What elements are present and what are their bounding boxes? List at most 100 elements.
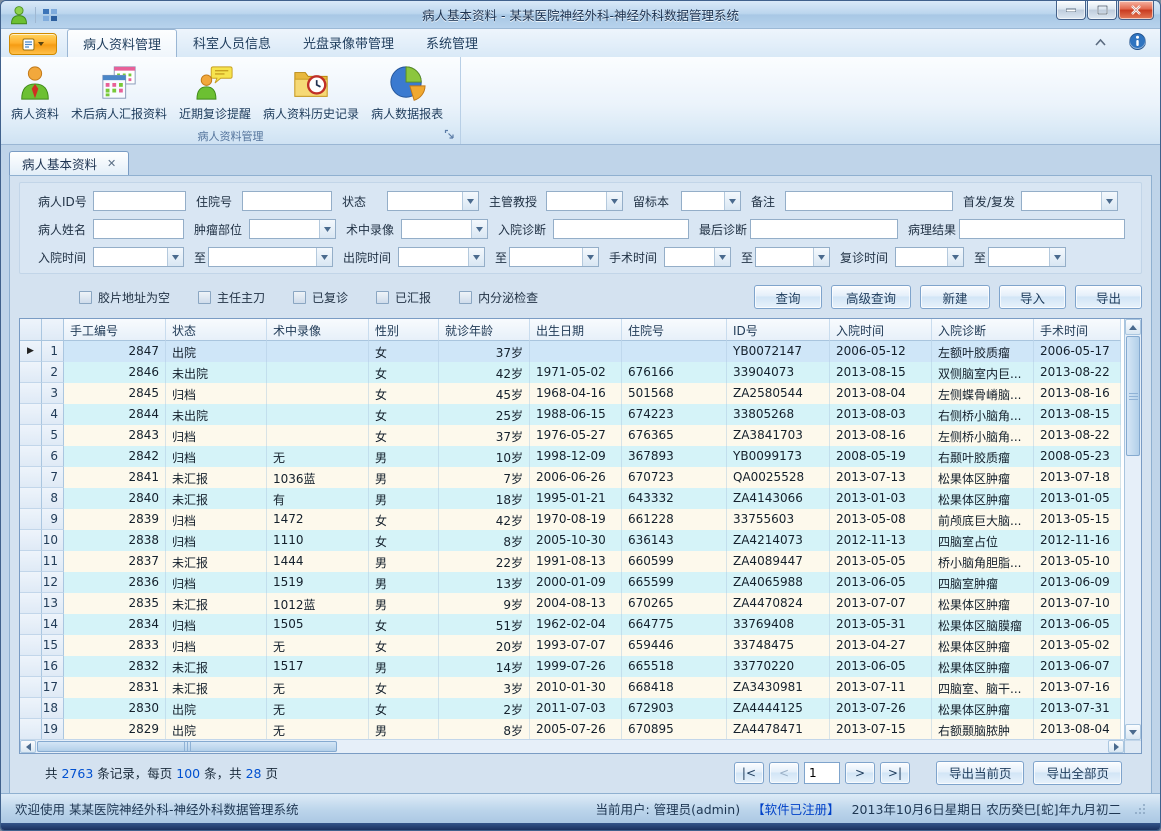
pager-page-input[interactable] xyxy=(804,762,840,784)
table-row[interactable]: 142834归档1505女51岁1962-02-0466477533769408… xyxy=(20,614,1124,635)
final-diagnosis-input[interactable] xyxy=(750,219,898,239)
ribbon-collapse-icon[interactable] xyxy=(1094,36,1107,50)
specimen-combo[interactable] xyxy=(681,191,741,211)
table-row[interactable]: 112837未汇报1444男22岁1991-08-13660599ZA40894… xyxy=(20,551,1124,572)
surgery-date-from-combo[interactable] xyxy=(664,247,731,267)
table-row[interactable]: 182830出院无女2岁2011-07-03672903ZA4444125201… xyxy=(20,698,1124,719)
ribbon-tab-system-management[interactable]: 系统管理 xyxy=(410,29,494,57)
ribbon-button-patient-records[interactable]: 病人资料 xyxy=(5,59,65,128)
table-row[interactable]: 162832未汇报1517男14岁1999-07-266655183377022… xyxy=(20,656,1124,677)
table-row[interactable]: 172831未汇报无女3岁2010-01-30668418ZA343098120… xyxy=(20,677,1124,698)
checkbox-endocrine-exam[interactable]: 内分泌检查 xyxy=(459,289,538,306)
chevron-down-icon[interactable] xyxy=(167,248,183,266)
column-header-4[interactable]: 就诊年龄 xyxy=(439,319,530,341)
checkbox-box-icon[interactable] xyxy=(293,291,306,304)
query-button[interactable]: 查询 xyxy=(754,285,822,309)
chevron-down-icon[interactable] xyxy=(606,192,622,210)
column-header-9[interactable]: 入院诊断 xyxy=(932,319,1034,341)
table-row[interactable]: 62842归档无男10岁1998-12-09367893YB0099173200… xyxy=(20,446,1124,467)
revisit-date-to-combo[interactable] xyxy=(988,247,1066,267)
document-tab[interactable]: 病人基本资料 ✕ xyxy=(9,151,129,175)
chevron-down-icon[interactable] xyxy=(462,192,478,210)
dialog-launcher-icon[interactable] xyxy=(444,129,456,141)
vscroll-track[interactable] xyxy=(1125,457,1141,724)
checkbox-box-icon[interactable] xyxy=(376,291,389,304)
export-all-pages-button[interactable]: 导出全部页 xyxy=(1033,761,1122,785)
table-row[interactable]: 152833归档无女20岁1993-07-0765944633748475201… xyxy=(20,635,1124,656)
scroll-right-icon[interactable] xyxy=(1108,740,1124,753)
checkbox-box-icon[interactable] xyxy=(79,291,92,304)
table-row[interactable]: 22846未出院女42岁1971-05-02676166339040732013… xyxy=(20,362,1124,383)
table-row[interactable]: 192829出院无男8岁2005-07-26670895ZA4478471201… xyxy=(20,719,1124,739)
admit-date-from-combo[interactable] xyxy=(93,247,184,267)
admission-no-input[interactable] xyxy=(242,191,332,211)
ribbon-button-data-report[interactable]: 病人数据报表 xyxy=(365,59,449,128)
tab-close-icon[interactable]: ✕ xyxy=(107,157,116,170)
pager-next-button[interactable]: > xyxy=(845,762,875,784)
checkbox-box-icon[interactable] xyxy=(459,291,472,304)
advanced-query-button[interactable]: 高级查询 xyxy=(831,285,911,309)
new-button[interactable]: 新建 xyxy=(920,285,990,309)
table-row[interactable]: 132835未汇报1012蓝男9岁2004-08-13670265ZA44708… xyxy=(20,593,1124,614)
column-header-2[interactable]: 术中录像 xyxy=(267,319,369,341)
table-row[interactable]: 52843归档女37岁1976-05-27676365ZA38417032013… xyxy=(20,425,1124,446)
ribbon-tab-patient-management[interactable]: 病人资料管理 xyxy=(67,29,177,57)
export-current-page-button[interactable]: 导出当前页 xyxy=(936,761,1025,785)
ribbon-button-post-op-report[interactable]: 术后病人汇报资料 xyxy=(65,59,173,128)
chevron-down-icon[interactable] xyxy=(319,220,335,238)
horizontal-scrollbar[interactable] xyxy=(20,739,1124,753)
status-registered-link[interactable]: 【软件已注册】 xyxy=(752,799,840,818)
import-button[interactable]: 导入 xyxy=(999,285,1066,309)
minimize-button[interactable] xyxy=(1056,1,1086,20)
column-header-5[interactable]: 出生日期 xyxy=(530,319,622,341)
maximize-button[interactable] xyxy=(1087,1,1117,20)
ribbon-tab-staff-info[interactable]: 科室人员信息 xyxy=(177,29,287,57)
chevron-down-icon[interactable] xyxy=(714,248,730,266)
table-row[interactable]: 72841未汇报1036蓝男7岁2006-06-26670723QA002552… xyxy=(20,467,1124,488)
status-combo[interactable] xyxy=(387,191,479,211)
table-row[interactable]: 92839归档1472女42岁1970-08-19661228337556032… xyxy=(20,509,1124,530)
tumor-site-combo[interactable] xyxy=(249,219,336,239)
chevron-down-icon[interactable] xyxy=(316,248,332,266)
ribbon-button-revisit-reminder[interactable]: 近期复诊提醒 xyxy=(173,59,257,128)
table-row[interactable]: 82840未汇报有男18岁1995-01-21643332ZA414306620… xyxy=(20,488,1124,509)
revisit-date-from-combo[interactable] xyxy=(895,247,964,267)
export-button[interactable]: 导出 xyxy=(1075,285,1142,309)
first-recurrence-combo[interactable] xyxy=(1021,191,1118,211)
resize-grip-icon[interactable] xyxy=(1133,802,1146,815)
scroll-up-icon[interactable] xyxy=(1125,319,1141,335)
admit-date-to-combo[interactable] xyxy=(208,247,333,267)
pathology-result-input[interactable] xyxy=(959,219,1125,239)
column-header-7[interactable]: ID号 xyxy=(727,319,830,341)
admit-diagnosis-input[interactable] xyxy=(553,219,689,239)
discharge-date-from-combo[interactable] xyxy=(398,247,485,267)
chevron-down-icon[interactable] xyxy=(947,248,963,266)
ribbon-button-history-records[interactable]: 病人资料历史记录 xyxy=(257,59,365,128)
scroll-left-icon[interactable] xyxy=(20,740,36,753)
hscroll-thumb[interactable] xyxy=(37,741,337,752)
table-row[interactable]: 42844未出院女25岁1988-06-15674223338052682013… xyxy=(20,404,1124,425)
professor-combo[interactable] xyxy=(546,191,623,211)
pager-last-button[interactable]: >| xyxy=(880,762,910,784)
patient-name-input[interactable] xyxy=(93,219,184,239)
chevron-down-icon[interactable] xyxy=(468,248,484,266)
checkbox-reported[interactable]: 已汇报 xyxy=(376,289,431,306)
chevron-down-icon[interactable] xyxy=(582,248,598,266)
table-row[interactable]: 122836归档1519男13岁2000-01-09665599ZA406598… xyxy=(20,572,1124,593)
column-header-6[interactable]: 住院号 xyxy=(622,319,727,341)
chevron-down-icon[interactable] xyxy=(724,192,740,210)
surgery-date-to-combo[interactable] xyxy=(755,247,830,267)
app-menu-button[interactable] xyxy=(9,33,57,55)
column-header-8[interactable]: 入院时间 xyxy=(830,319,932,341)
column-header-0[interactable]: 手工编号 xyxy=(64,319,166,341)
chevron-down-icon[interactable] xyxy=(1049,248,1065,266)
vscroll-thumb[interactable] xyxy=(1126,336,1140,456)
pager-prev-button[interactable]: < xyxy=(769,762,799,784)
hscroll-track[interactable] xyxy=(338,740,1108,753)
checkbox-box-icon[interactable] xyxy=(198,291,211,304)
close-button[interactable] xyxy=(1118,1,1154,20)
ribbon-tab-disc-tape-management[interactable]: 光盘录像带管理 xyxy=(287,29,410,57)
column-header-3[interactable]: 性别 xyxy=(369,319,439,341)
checkbox-chief-surgeon[interactable]: 主任主刀 xyxy=(198,289,265,306)
checkbox-revisited[interactable]: 已复诊 xyxy=(293,289,348,306)
